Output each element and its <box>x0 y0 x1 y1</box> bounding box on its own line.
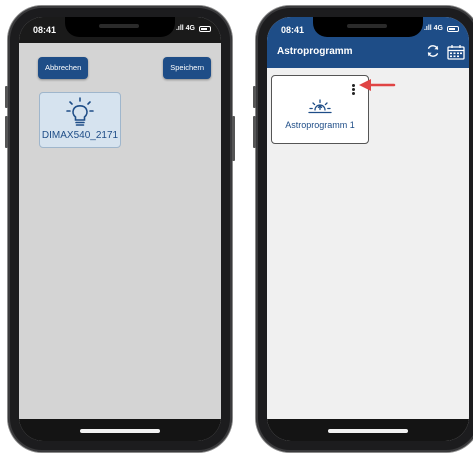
calendar-icon[interactable] <box>447 44 465 60</box>
phone-left: 08:41 .ıll 4G Abbrechen Speichern DIMAX5… <box>5 6 235 452</box>
refresh-icon[interactable] <box>426 44 440 58</box>
home-indicator-bar <box>267 419 469 441</box>
status-time: 08:41 <box>33 25 57 35</box>
device-label: DIMAX540_2171 <box>41 130 119 141</box>
signal-icon: .ıll 4G <box>423 25 443 32</box>
sunrise-icon <box>308 99 332 114</box>
device-select-screen: 08:41 .ıll 4G Abbrechen Speichern DIMAX5… <box>19 17 221 441</box>
annotation-arrow-icon <box>359 79 396 91</box>
phone-right: Astroprogramm 08:41 .ıll 4G Astroprogram… <box>253 6 473 452</box>
program-label: Astroprogramm 1 <box>285 120 355 130</box>
device-tile[interactable]: DIMAX540_2171 <box>39 92 121 148</box>
side-button <box>253 86 256 108</box>
program-tile[interactable]: Astroprogramm 1 <box>271 75 369 144</box>
notch <box>313 17 423 37</box>
save-button[interactable]: Speichern <box>163 57 211 79</box>
home-indicator[interactable] <box>80 429 160 433</box>
notch <box>65 17 175 37</box>
side-button <box>5 116 8 148</box>
light-bulb-icon <box>66 97 94 126</box>
page-title: Astroprogramm <box>277 46 353 57</box>
home-indicator-bar <box>19 419 221 441</box>
kebab-menu-icon[interactable] <box>350 84 356 98</box>
side-button <box>253 116 256 148</box>
side-button <box>232 116 235 161</box>
battery-icon <box>199 26 211 32</box>
cancel-button[interactable]: Abbrechen <box>38 57 89 79</box>
home-indicator[interactable] <box>328 429 408 433</box>
side-button <box>5 86 8 108</box>
status-time: 08:41 <box>281 25 305 35</box>
signal-icon: .ıll 4G <box>175 25 195 32</box>
battery-icon <box>447 26 459 32</box>
